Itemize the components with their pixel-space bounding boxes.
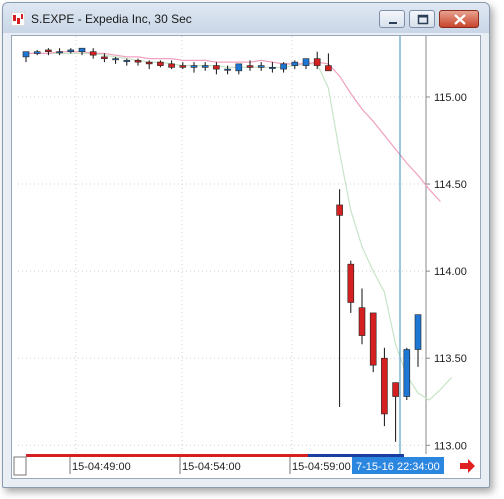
candle-down: [358, 307, 366, 336]
window-title: S.EXPE - Expedia Inc, 30 Sec: [31, 12, 192, 26]
minimize-icon: [389, 22, 397, 24]
candle-down: [168, 63, 175, 68]
candle-down: [213, 65, 220, 70]
candle-up: [403, 349, 411, 397]
candle-up: [291, 61, 299, 66]
time-axis-bar-selected: [308, 454, 404, 457]
candle-down: [101, 56, 108, 59]
candle-up: [22, 51, 30, 58]
candle-up: [280, 63, 287, 70]
candle-up: [414, 314, 422, 350]
close-button[interactable]: [439, 10, 479, 28]
candle-down: [392, 382, 399, 397]
candle-down: [313, 58, 321, 66]
y-tick-label: 113.00: [434, 440, 467, 452]
candle-down: [134, 60, 142, 63]
candle-up: [302, 58, 310, 66]
x-tick-label: 15-04:49:00: [72, 461, 131, 473]
candle-up: [112, 58, 119, 61]
candle-down: [325, 65, 332, 72]
chart-window: S.EXPE - Expedia Inc, 30 Sec 115.00 114.5…: [2, 2, 490, 488]
candle-down: [381, 357, 388, 415]
y-tick-label: 115.00: [434, 92, 467, 104]
crosshair-time-label: 7-15-16 22:34:00: [356, 461, 440, 473]
candle-up: [67, 49, 75, 52]
x-tick-label: 15-04:54:00: [182, 461, 241, 473]
candle-down: [336, 204, 343, 216]
moving-averages: [26, 51, 453, 401]
candle-down: [246, 65, 254, 68]
y-tick-label: 114.50: [434, 179, 467, 191]
price-axis: 115.00 114.50 114.00 113.50 113.00: [426, 92, 467, 452]
candle-up: [201, 65, 209, 68]
candle-up: [56, 51, 63, 54]
candle-up: [235, 63, 243, 72]
maximize-icon: [417, 14, 429, 25]
candle-up: [269, 67, 276, 69]
close-icon: [454, 14, 466, 25]
scroll-thumb[interactable]: [13, 456, 27, 476]
candle-down: [347, 263, 355, 303]
y-tick-label: 113.50: [434, 353, 467, 365]
candlestick-chart[interactable]: 115.00 114.50 114.00 113.50 113.00 15-04:49:…: [12, 36, 480, 478]
candle-up: [224, 68, 231, 71]
candle-up: [78, 47, 86, 52]
minimize-button[interactable]: [379, 10, 405, 28]
chart-panel[interactable]: 115.00 114.50 114.00 113.50 113.00 15-04:49:…: [11, 35, 481, 479]
x-tick-label: 15-04:59:00: [292, 461, 351, 473]
candle-down: [157, 61, 164, 66]
chart-app-icon: [11, 12, 25, 26]
y-tick-label: 114.00: [434, 266, 467, 278]
moving-average-slow: [26, 51, 441, 202]
candle-down: [89, 51, 97, 56]
candle-down: [145, 61, 153, 65]
candle-up: [257, 65, 265, 68]
candle-up: [33, 51, 41, 54]
moving-average-fast: [26, 52, 453, 401]
candle-down: [45, 49, 52, 52]
candle-up: [190, 65, 198, 68]
maximize-button[interactable]: [409, 10, 435, 28]
candle-down: [179, 65, 187, 68]
candle-up: [123, 60, 131, 62]
time-axis: 15-04:49:00 15-04:54:00 15-04:59:00 7-15-1…: [12, 454, 480, 478]
grid-layer: [18, 36, 426, 454]
candle-down: [369, 312, 377, 366]
title-bar[interactable]: S.EXPE - Expedia Inc, 30 Sec: [3, 3, 489, 33]
